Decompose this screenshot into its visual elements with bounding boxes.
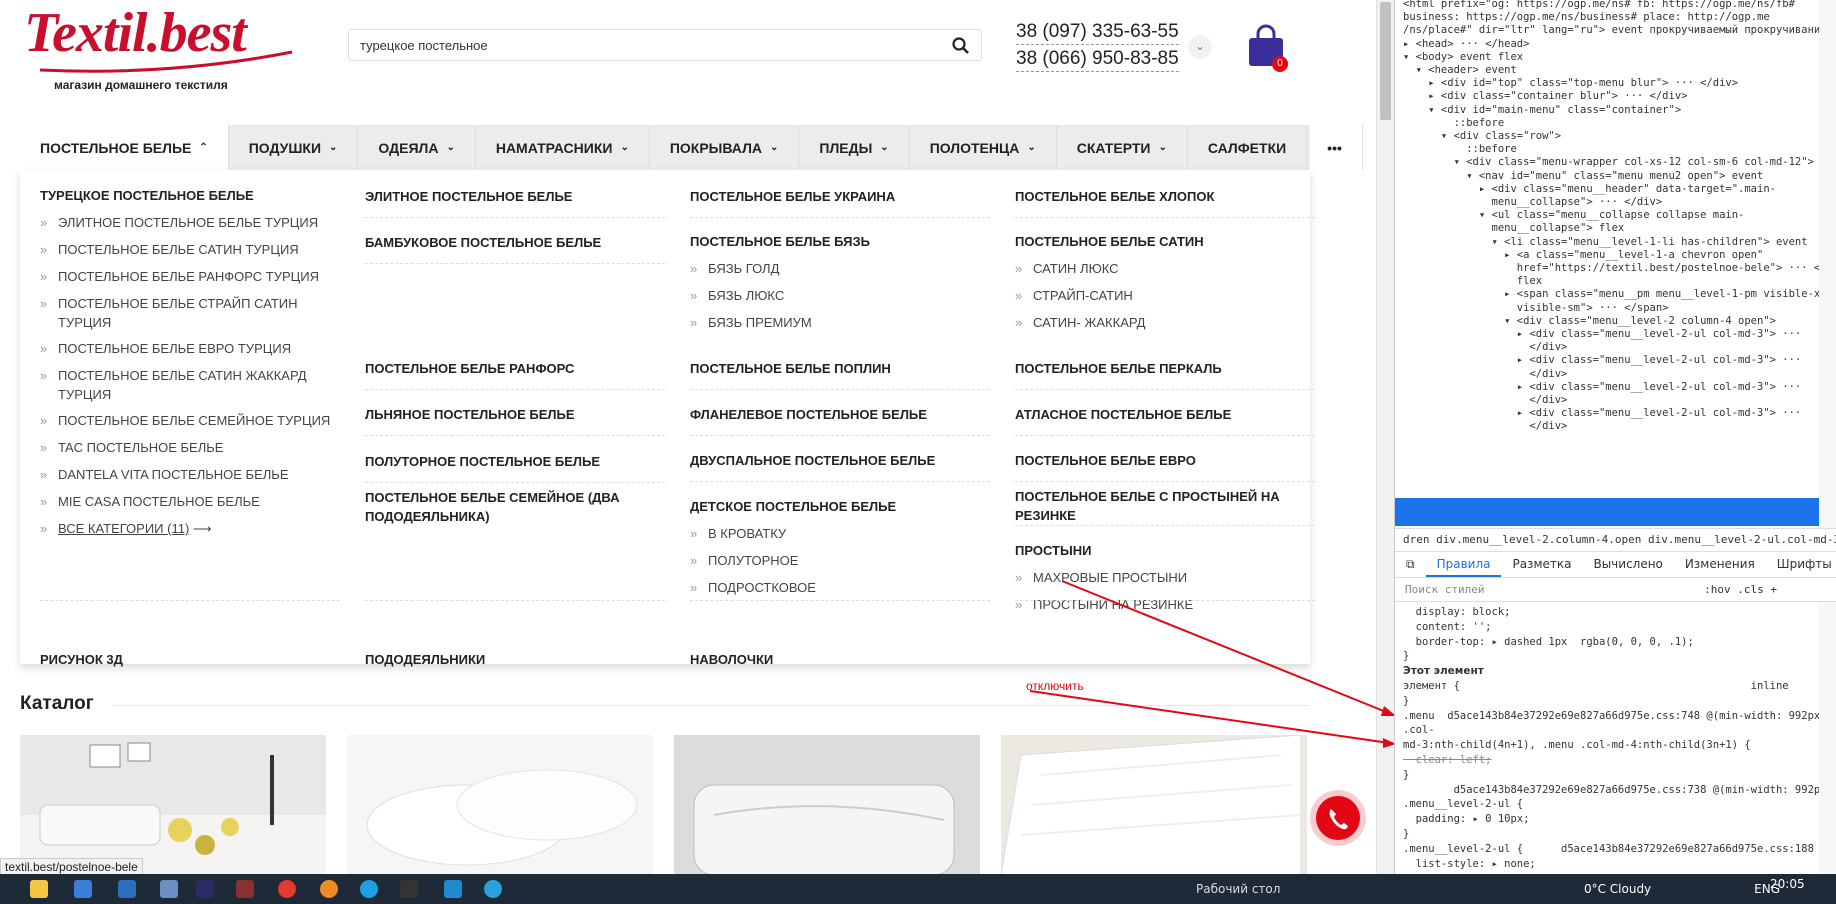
dom-node-line[interactable]: visible-sm"> ··· </span> <box>1403 302 1669 315</box>
dom-node-line[interactable]: ::before <box>1403 143 1517 156</box>
dom-node-line[interactable]: ::before <box>1403 117 1505 130</box>
weather-status[interactable]: 0°C Cloudy <box>1584 882 1651 896</box>
desktop-toolbar-label[interactable]: Рабочий стол <box>1196 882 1280 896</box>
terminal-icon[interactable] <box>400 880 418 898</box>
notepad-icon[interactable] <box>160 880 178 898</box>
dom-node-line[interactable]: ▾ <li class="menu__level-1-li has-childr… <box>1403 236 1808 249</box>
css-rule-line[interactable]: .menu__level-2-ul { d5ace143b84e37292e69… <box>1403 843 1814 856</box>
dom-node-line[interactable]: ▸ <div class="menu__level-2-ul col-md-3"… <box>1403 328 1801 341</box>
css-rule-line[interactable]: d5ace143b84e37292e69e827a66d975e.css:738… <box>1403 784 1833 797</box>
app-icon-2[interactable] <box>236 880 254 898</box>
clock[interactable]: 20:05 <box>1770 877 1805 891</box>
dom-node-line[interactable]: ▸ <div id="top" class="top-menu blur"> ·… <box>1403 77 1738 90</box>
css-rule-line[interactable]: Этот элемент <box>1403 665 1484 678</box>
dom-node-line[interactable]: ▸ <div class="menu__level-2-ul col-md-3"… <box>1403 407 1801 420</box>
firefox-icon[interactable] <box>320 880 338 898</box>
devtools-scrollbar[interactable] <box>1819 0 1836 528</box>
opera-icon[interactable] <box>278 880 296 898</box>
css-rule-line[interactable]: } <box>1403 695 1409 708</box>
css-rule-line[interactable]: } <box>1403 650 1409 663</box>
app-icon-1[interactable] <box>74 880 92 898</box>
explorer-icon[interactable] <box>30 880 48 898</box>
devtools-tab-1[interactable]: Разметка <box>1501 552 1582 577</box>
dom-node-line[interactable]: menu__collapse"> flex <box>1403 222 1625 235</box>
dom-node-line[interactable]: ▸ <span class="menu__pm menu__level-1-pm… <box>1403 288 1826 301</box>
devtools-tab-0[interactable]: Правила <box>1425 552 1502 577</box>
dom-node-line[interactable]: ▸ <div class="menu__level-2-ul col-md-3"… <box>1403 354 1801 367</box>
dom-node-line[interactable]: ▸ <div class="container blur"> ··· </div… <box>1403 90 1687 103</box>
devtools-tabs: ⧉ Правила Разметка Вычислено Изменения Шрифты <box>1395 552 1836 578</box>
filter-toolbar[interactable]: :hov .cls + <box>1704 583 1777 596</box>
devtools-tab-4[interactable]: Шрифты <box>1766 552 1836 577</box>
devtools-dock-icon[interactable]: ⧉ <box>1395 552 1426 577</box>
devtools-breadcrumb[interactable]: dren div.menu__level-2.column-4.open div… <box>1395 528 1836 552</box>
css-rule-line[interactable]: content: ''; <box>1403 621 1492 634</box>
dom-node-line[interactable]: ▸ <div class="menu__level-2-ul col-md-3"… <box>1403 381 1801 394</box>
dom-node-line[interactable]: business: https://ogp.me/ns/business# pl… <box>1403 11 1770 24</box>
styles-scrollbar[interactable] <box>1819 602 1836 874</box>
photoshop-icon[interactable] <box>196 880 214 898</box>
dom-node-line[interactable]: /ns/place#" dir="ltr" lang="ru"> event п… <box>1403 24 1827 37</box>
css-rule-line[interactable]: } <box>1403 769 1409 782</box>
css-rule-line[interactable]: .col- <box>1403 724 1435 737</box>
css-rule-line[interactable]: } <box>1403 828 1409 841</box>
dom-node-line[interactable]: flex <box>1403 275 1542 288</box>
dom-node-line[interactable]: </div> <box>1403 341 1567 354</box>
dom-node-line[interactable]: </div> <box>1403 420 1567 433</box>
dom-node-line[interactable]: ▸ <div class="menu__level-2-ul col-md-3"… <box>1403 434 1801 447</box>
css-rule-line[interactable]: padding: ▸ 0 10px; <box>1403 813 1530 826</box>
css-rule-line[interactable]: md-3:nth-child(4n+1), .menu .col-md-4:nt… <box>1403 739 1751 752</box>
dom-node-line[interactable]: href="https://textil.best/postelnoe-bele… <box>1403 262 1836 275</box>
dom-node-line[interactable]: ▸ <head> ··· </head> <box>1403 38 1529 51</box>
devtools-tab-3[interactable]: Изменения <box>1674 552 1766 577</box>
dom-node-line[interactable]: ▾ <ul class="menu__collapse collapse mai… <box>1403 209 1745 222</box>
css-rule-line[interactable]: list-style: ▸ none; <box>1403 858 1536 871</box>
dom-node-line[interactable]: menu__collapse"> ··· </div> <box>1403 196 1663 209</box>
css-rule-line[interactable]: .menu d5ace143b84e37292e69e827a66d975e.c… <box>1403 710 1827 723</box>
telegram-icon[interactable] <box>484 880 502 898</box>
styles-filter-input[interactable]: Поиск стилей :hov .cls + <box>1395 578 1836 602</box>
dom-node-line[interactable]: </div> <box>1403 447 1567 460</box>
dom-node-line[interactable]: <html prefix="og: https://ogp.me/ns# fb:… <box>1403 0 1795 11</box>
dom-node-line[interactable]: ▾ <body> event flex <box>1403 51 1523 64</box>
dom-node-line[interactable]: ▾ <header> event <box>1403 64 1517 77</box>
dom-node-line[interactable]: ▾ <div class="menu-wrapper col-xs-12 col… <box>1403 156 1814 169</box>
dom-node-line[interactable]: ▾ <div id="main-menu" class="container"> <box>1403 104 1681 117</box>
devtools-panel: <html prefix="og: https://ogp.me/ns# fb:… <box>1394 0 1836 874</box>
css-rule-line[interactable]: элемент { inline <box>1403 680 1789 693</box>
vscode-icon[interactable] <box>444 880 462 898</box>
dom-node-line[interactable]: </div> <box>1403 368 1567 381</box>
css-rule-line[interactable]: display: block; <box>1403 606 1511 619</box>
dom-node-line[interactable]: ▾ <div class="menu__level-2 column-4 ope… <box>1403 315 1776 328</box>
css-rule-line[interactable]: border-top: ▸ dashed 1px rgba(0, 0, 0, .… <box>1403 636 1694 649</box>
dom-node-line[interactable]: ▾ <div class="row"> <box>1403 130 1561 143</box>
windows-taskbar: Рабочий стол 0°C Cloudy ENG 20:05 <box>0 874 1836 904</box>
selected-dom-node[interactable] <box>1395 498 1836 526</box>
save-icon[interactable] <box>118 880 136 898</box>
dom-node-line[interactable]: </div> <box>1403 394 1567 407</box>
skype-icon[interactable] <box>360 880 378 898</box>
filter-placeholder: Поиск стилей <box>1405 583 1485 596</box>
dom-node-line[interactable]: ▾ <nav id="menu" class="menu menu2 open"… <box>1403 170 1763 183</box>
devtools-tab-2[interactable]: Вычислено <box>1582 552 1673 577</box>
dom-node-line[interactable]: ▸ <a class="menu__level-1-a chevron open… <box>1403 249 1763 262</box>
dom-node-line[interactable]: ▸ <div class="menu__header" data-target=… <box>1403 183 1776 196</box>
css-rule-line[interactable]: .menu__level-2-ul { <box>1403 798 1523 811</box>
css-rule-line[interactable]: clear: left; <box>1403 754 1492 767</box>
